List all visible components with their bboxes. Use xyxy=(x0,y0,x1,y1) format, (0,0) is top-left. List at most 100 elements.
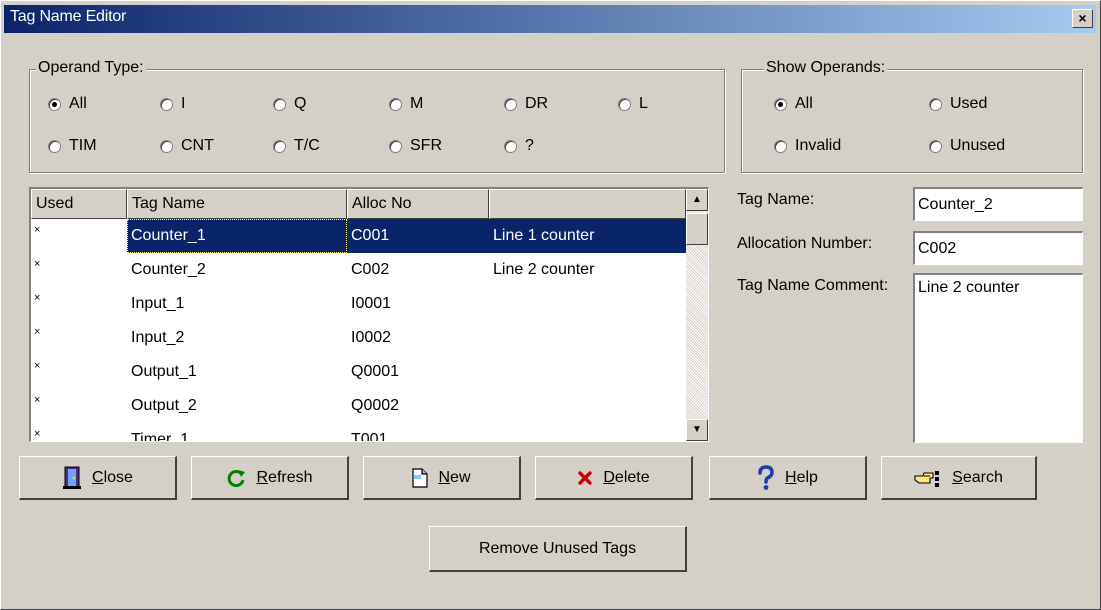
show-operands-legend: Show Operands: xyxy=(764,59,888,77)
radio-empty-icon xyxy=(48,139,61,153)
radio-empty-icon xyxy=(929,139,942,153)
table-row[interactable]: × Counter_1 C001 Line 1 counter xyxy=(31,219,686,253)
remove-unused-tags-label: Remove Unused Tags xyxy=(478,539,637,557)
remove-unused-tags-button[interactable]: Remove Unused Tags xyxy=(429,526,687,572)
window-title: Tag Name Editor xyxy=(10,8,127,25)
cell-used: × xyxy=(34,292,41,304)
new-button[interactable]: New xyxy=(363,456,521,500)
column-header-used[interactable]: Used xyxy=(31,189,127,219)
cell-alloc-no: I0001 xyxy=(351,295,392,312)
show-radio-used[interactable]: Used xyxy=(929,93,987,115)
refresh-button-label: Refresh xyxy=(256,468,313,486)
tag-list-table[interactable]: Used Tag Name Alloc No × Counter_1 C001 … xyxy=(29,187,709,442)
red-x-icon xyxy=(577,470,593,486)
cell-comment xyxy=(489,321,686,355)
cell-comment xyxy=(489,287,686,321)
column-header-tag-name[interactable]: Tag Name xyxy=(127,189,347,219)
cell-tag-name: Input_1 xyxy=(131,295,185,312)
radio-empty-icon xyxy=(774,139,787,153)
close-button-label: Close xyxy=(92,468,133,486)
refresh-button[interactable]: Refresh xyxy=(191,456,349,500)
cell-alloc-no: T001 xyxy=(351,431,388,442)
operand-radio-i[interactable]: I xyxy=(160,93,185,115)
cell-tag-name: Output_2 xyxy=(131,397,197,414)
table-row[interactable]: × Input_1 I0001 xyxy=(31,287,686,321)
table-row[interactable]: × Input_2 I0002 xyxy=(31,321,686,355)
table-row[interactable]: × Output_2 Q0002 xyxy=(31,389,686,423)
search-button-label: Search xyxy=(952,468,1003,486)
operand-radio-tc[interactable]: T/C xyxy=(273,135,320,157)
operand-radio-q[interactable]: Q xyxy=(273,93,306,115)
tag-name-comment-textarea[interactable]: Line 2 counter xyxy=(913,273,1083,443)
operand-radio-cnt[interactable]: CNT xyxy=(160,135,214,157)
cell-used: × xyxy=(34,326,41,338)
cell-used: × xyxy=(34,394,41,406)
cell-comment xyxy=(489,355,686,389)
operand-radio-dr[interactable]: DR xyxy=(504,93,548,115)
tag-name-comment-label: Tag Name Comment: xyxy=(737,277,889,294)
cell-tag-name: Timer_1 xyxy=(131,431,190,442)
new-button-label: New xyxy=(438,468,471,486)
door-exit-icon xyxy=(62,466,82,490)
allocation-number-label: Allocation Number: xyxy=(737,235,873,252)
delete-button[interactable]: Delete xyxy=(535,456,693,500)
scroll-up-arrow-icon[interactable]: ▲ xyxy=(686,189,708,211)
show-operands-group: Show Operands: All Used Invalid Unused xyxy=(741,59,1083,173)
cell-used: × xyxy=(34,360,41,372)
cell-alloc-no: I0002 xyxy=(351,329,392,346)
radio-empty-icon xyxy=(160,97,173,111)
radio-empty-icon xyxy=(504,139,517,153)
close-button[interactable]: Close xyxy=(19,456,177,500)
scroll-down-arrow-icon[interactable]: ▼ xyxy=(686,419,708,441)
cell-comment xyxy=(489,389,686,423)
column-header-alloc-no[interactable]: Alloc No xyxy=(347,189,489,219)
show-radio-unused[interactable]: Unused xyxy=(929,135,1005,157)
show-radio-all[interactable]: All xyxy=(774,93,813,115)
delete-button-label: Delete xyxy=(603,468,650,486)
radio-empty-icon xyxy=(160,139,173,153)
tag-name-editor-window: Tag Name Editor × Operand Type: All I Q … xyxy=(0,0,1101,610)
cell-tag-name: Counter_2 xyxy=(131,261,206,278)
pointing-hand-search-icon xyxy=(914,468,942,488)
radio-empty-icon xyxy=(389,97,402,111)
table-row[interactable]: × Output_1 Q0001 xyxy=(31,355,686,389)
search-button[interactable]: Search xyxy=(881,456,1037,500)
radio-empty-icon xyxy=(389,139,402,153)
scroll-thumb[interactable] xyxy=(686,213,708,245)
cell-used: × xyxy=(34,224,41,236)
operand-radio-tim[interactable]: TIM xyxy=(48,135,97,157)
new-document-icon xyxy=(412,467,429,488)
show-radio-invalid[interactable]: Invalid xyxy=(774,135,841,157)
operand-radio-sfr[interactable]: SFR xyxy=(389,135,442,157)
cell-alloc-no: C002 xyxy=(351,261,390,278)
cell-tag-name: Counter_1 xyxy=(127,219,347,253)
operand-type-group: Operand Type: All I Q M DR L TIM CNT T/C… xyxy=(29,59,725,173)
operand-radio-m[interactable]: M xyxy=(389,93,423,115)
table-vertical-scrollbar[interactable]: ▲ ▼ xyxy=(686,189,708,441)
radio-empty-icon xyxy=(929,97,942,111)
operand-radio-l[interactable]: L xyxy=(618,93,648,115)
table-row[interactable]: × Counter_2 C002 Line 2 counter xyxy=(31,253,686,287)
cell-tag-name: Input_2 xyxy=(131,329,185,346)
allocation-number-input[interactable] xyxy=(913,231,1083,265)
help-button[interactable]: Help xyxy=(709,456,867,500)
table-body: × Counter_1 C001 Line 1 counter × Counte… xyxy=(31,219,686,442)
operand-radio-unknown[interactable]: ? xyxy=(504,135,534,157)
cell-used: × xyxy=(34,428,41,440)
cell-alloc-no: Q0001 xyxy=(351,363,400,380)
cell-alloc-no: Q0002 xyxy=(351,397,400,414)
table-row[interactable]: × Timer_1 T001 xyxy=(31,423,686,442)
column-header-comment[interactable] xyxy=(489,189,686,219)
cell-comment xyxy=(489,423,686,441)
window-close-button[interactable]: × xyxy=(1072,9,1093,28)
title-bar[interactable]: Tag Name Editor × xyxy=(4,5,1096,33)
cell-alloc-no: C001 xyxy=(347,219,489,253)
radio-empty-icon xyxy=(273,97,286,111)
radio-selected-icon xyxy=(774,97,787,111)
tag-name-input[interactable] xyxy=(913,187,1083,221)
radio-empty-icon xyxy=(618,97,631,111)
operand-radio-all[interactable]: All xyxy=(48,93,87,115)
operand-type-legend: Operand Type: xyxy=(36,59,146,77)
cell-used: × xyxy=(34,258,41,270)
radio-empty-icon xyxy=(504,97,517,111)
